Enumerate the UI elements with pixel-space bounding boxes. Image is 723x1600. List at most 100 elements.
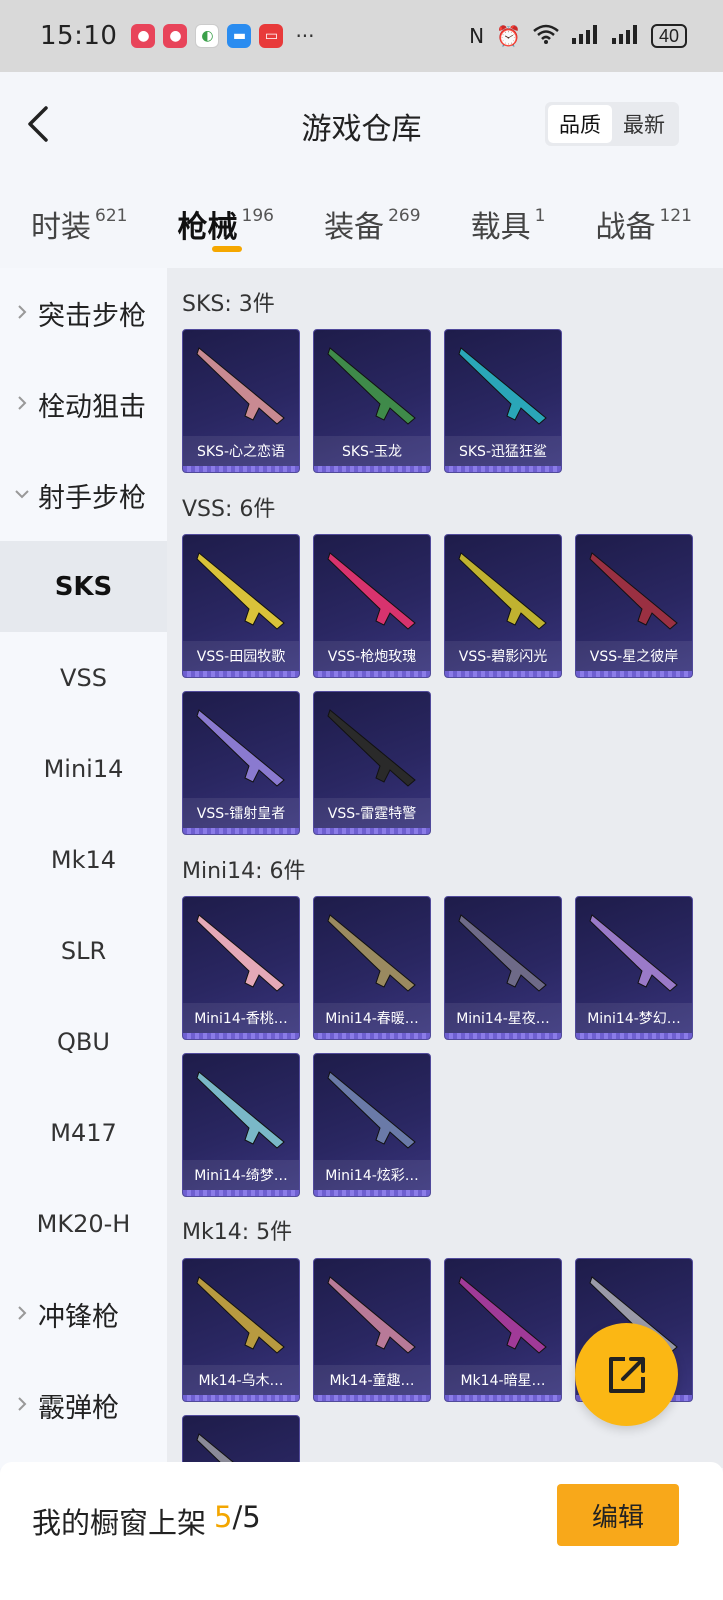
sidebar-item-label: 霰弹枪: [38, 1393, 119, 1424]
card-strip: [314, 671, 430, 677]
tab-label: 装备: [324, 210, 385, 245]
tab-count: 621: [95, 206, 128, 226]
gun-icon: [458, 914, 547, 992]
skin-card[interactable]: Mk14-暗星…: [444, 1258, 562, 1402]
card-strip: [314, 1190, 430, 1196]
gun-icon: [327, 709, 416, 787]
category-tabs: 时装 621 枪械 196 装备 269 载具 1 战备 121: [0, 180, 723, 268]
sort-toggle: 品质 最新: [545, 102, 679, 146]
skin-card[interactable]: VSS-镭射皇者: [182, 691, 300, 835]
section-title: Mini14: 6件: [182, 859, 306, 884]
skin-name: Mini14-香桃…: [183, 1003, 299, 1033]
sidebar-item-assault-rifle[interactable]: 突击步枪: [0, 268, 167, 359]
sidebar-item-mini14[interactable]: Mini14: [0, 723, 167, 814]
section-title: Mk14: 5件: [182, 1220, 293, 1245]
sidebar-item-mk14[interactable]: Mk14: [0, 814, 167, 905]
gun-icon: [196, 347, 285, 425]
skin-grid: SKS: 3件 SKS-心之恋语 SKS-玉龙 SKS-迅猛狂鲨 VSS: 6件…: [167, 268, 723, 1468]
sidebar-item-smg[interactable]: 冲锋枪: [0, 1269, 167, 1360]
card-strip: [445, 466, 561, 472]
skin-card[interactable]: Mini14-绮梦…: [182, 1053, 300, 1197]
skin-card[interactable]: VSS-星之彼岸: [575, 534, 693, 678]
header: 游戏仓库 品质 最新: [0, 72, 723, 180]
card-strip: [314, 1033, 430, 1039]
nfc-icon: N: [469, 24, 485, 48]
card-strip: [445, 1395, 561, 1401]
skin-name: VSS-枪炮玫瑰: [314, 641, 430, 671]
sidebar-item-m417[interactable]: M417: [0, 1087, 167, 1178]
app-icon: ●: [131, 24, 156, 48]
skin-card[interactable]: [182, 1415, 300, 1468]
skin-card[interactable]: Mini14-星夜…: [444, 896, 562, 1040]
signal-icon: [571, 24, 599, 49]
tab-label: 枪械: [177, 210, 238, 245]
skin-card[interactable]: Mini14-香桃…: [182, 896, 300, 1040]
sidebar-item-label: 突击步枪: [38, 301, 146, 332]
skin-card[interactable]: Mini14-梦幻…: [575, 896, 693, 1040]
skin-name: Mini14-绮梦…: [183, 1160, 299, 1190]
card-strip: [183, 1190, 299, 1196]
gun-icon: [458, 347, 547, 425]
skin-name: SKS-迅猛狂鲨: [445, 436, 561, 466]
weapon-type-sidebar: 突击步枪 栓动狙击 射手步枪 SKS VSS Mini14 Mk14 SLR Q…: [0, 268, 167, 1468]
app-icon: ●: [163, 24, 188, 48]
share-icon: [608, 1356, 645, 1393]
skin-card[interactable]: SKS-玉龙: [313, 329, 431, 473]
skin-card[interactable]: Mini14-春暖…: [313, 896, 431, 1040]
showcase-total: /5: [232, 1500, 261, 1534]
card-strip: [314, 828, 430, 834]
skin-card[interactable]: SKS-迅猛狂鲨: [444, 329, 562, 473]
edit-button[interactable]: 编辑: [557, 1484, 679, 1546]
skin-name: VSS-镭射皇者: [183, 798, 299, 828]
status-bar: 15:10 ● ● ◐ ▬ ▭ ··· N ⏰ 40: [0, 0, 723, 72]
card-strip: [576, 671, 692, 677]
skin-card[interactable]: SKS-心之恋语: [182, 329, 300, 473]
share-button[interactable]: [575, 1323, 678, 1426]
sort-quality-button[interactable]: 品质: [548, 105, 612, 143]
showcase-status: 我的橱窗上架 5 /5: [32, 1500, 261, 1542]
sidebar-item-slr[interactable]: SLR: [0, 905, 167, 996]
sidebar-item-qbu[interactable]: QBU: [0, 996, 167, 1087]
sidebar-item-marksman-rifle[interactable]: 射手步枪: [0, 450, 167, 541]
skin-card[interactable]: VSS-枪炮玫瑰: [313, 534, 431, 678]
sidebar-item-sks[interactable]: SKS: [0, 541, 167, 632]
tab-guns[interactable]: 枪械 196: [178, 180, 274, 268]
skin-name: Mini14-星夜…: [445, 1003, 561, 1033]
tab-gear[interactable]: 战备 121: [595, 180, 691, 268]
skin-name: VSS-雷霆特警: [314, 798, 430, 828]
skin-card[interactable]: VSS-田园牧歌: [182, 534, 300, 678]
sidebar-item-bolt-sniper[interactable]: 栓动狙击: [0, 359, 167, 450]
gun-icon: [196, 1071, 285, 1149]
tab-fashion[interactable]: 时装 621: [31, 180, 127, 268]
skin-card[interactable]: Mk14-乌木…: [182, 1258, 300, 1402]
skin-card[interactable]: VSS-雷霆特警: [313, 691, 431, 835]
skin-card[interactable]: Mk14-童趣…: [313, 1258, 431, 1402]
sidebar-item-label: 冲锋枪: [38, 1302, 119, 1333]
wifi-icon: [533, 24, 559, 49]
chevron-right-icon: [18, 396, 27, 410]
sidebar-item-vss[interactable]: VSS: [0, 632, 167, 723]
tab-count: 196: [241, 206, 274, 226]
gun-icon: [458, 552, 547, 630]
card-strip: [183, 1395, 299, 1401]
gun-icon: [327, 552, 416, 630]
skin-name: VSS-碧影闪光: [445, 641, 561, 671]
skin-name: Mk14-乌木…: [183, 1365, 299, 1395]
gun-icon: [589, 552, 678, 630]
skin-name: Mk14-童趣…: [314, 1365, 430, 1395]
section-title: VSS: 6件: [182, 497, 276, 522]
tab-equipment[interactable]: 装备 269: [324, 180, 420, 268]
sort-newest-button[interactable]: 最新: [612, 105, 676, 143]
chevron-right-icon: [18, 305, 27, 319]
sidebar-item-mk20h[interactable]: MK20-H: [0, 1178, 167, 1269]
gun-icon: [196, 1276, 285, 1354]
gun-icon: [196, 914, 285, 992]
alarm-icon: ⏰: [496, 24, 521, 48]
skin-card[interactable]: VSS-碧影闪光: [444, 534, 562, 678]
active-tab-indicator: [211, 246, 242, 252]
tab-vehicles[interactable]: 载具 1: [471, 180, 546, 268]
notification-icons: ● ● ◐ ▬ ▭ ···: [131, 24, 315, 48]
card-strip: [183, 466, 299, 472]
skin-card[interactable]: Mini14-炫彩…: [313, 1053, 431, 1197]
sidebar-item-shotgun[interactable]: 霰弹枪: [0, 1360, 167, 1451]
